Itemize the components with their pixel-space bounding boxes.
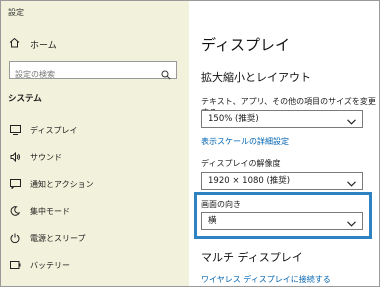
home-icon	[9, 37, 20, 51]
power-icon	[9, 232, 21, 244]
wireless-display-link[interactable]: ワイヤレス ディスプレイに接続する	[201, 274, 331, 285]
sidebar-item-display[interactable]: ディスプレイ	[9, 124, 77, 136]
page-title: ディスプレイ	[201, 36, 290, 54]
resolution-value: 1920 × 1080 (推奨)	[208, 176, 291, 186]
monitor-icon	[9, 124, 21, 136]
sidebar-item-label: サウンド	[30, 152, 62, 162]
chevron-down-icon	[347, 177, 356, 193]
app-title: 設定	[8, 8, 24, 17]
sidebar-item-notifications[interactable]: 通知とアクション	[9, 178, 94, 190]
sidebar-item-battery[interactable]: バッテリー	[9, 259, 70, 271]
advanced-scale-link[interactable]: 表示スケールの詳細設定	[201, 136, 289, 147]
home-nav-item[interactable]: ホーム	[9, 37, 57, 51]
multi-display-title: マルチ ディスプレイ	[201, 251, 303, 264]
main-content: ディスプレイ 拡大縮小とレイアウト テキスト、アプリ、その他の項目のサイズを変更…	[189, 1, 379, 286]
resolution-label: ディスプレイの解像度	[201, 159, 281, 168]
sidebar-item-label: ディスプレイ	[30, 125, 78, 135]
chevron-down-icon	[347, 115, 356, 131]
sidebar-item-label: バッテリー	[30, 260, 70, 270]
battery-icon	[9, 259, 21, 271]
speaker-icon	[9, 151, 21, 163]
search-icon[interactable]	[161, 65, 171, 84]
moon-icon	[9, 205, 21, 217]
section-label-system: システム	[8, 94, 42, 104]
sidebar-item-power[interactable]: 電源とスリープ	[9, 232, 86, 244]
sidebar-item-label: 通知とアクション	[30, 179, 94, 189]
settings-search[interactable]	[9, 61, 177, 83]
search-input[interactable]	[10, 66, 155, 83]
sidebar-item-label: 集中モード	[30, 206, 70, 216]
notification-icon	[9, 178, 21, 190]
scale-dropdown[interactable]: 150% (推奨)	[201, 110, 363, 128]
orientation-highlight-box	[194, 192, 372, 239]
sidebar: 設定 ホーム システム ディスプレイ サウンド	[1, 1, 189, 286]
settings-window: 設定 ホーム システム ディスプレイ サウンド	[0, 0, 380, 287]
scale-value: 150% (推奨)	[208, 114, 259, 124]
resolution-dropdown[interactable]: 1920 × 1080 (推奨)	[201, 172, 363, 190]
sidebar-item-label: 電源とスリープ	[30, 233, 86, 243]
scale-section-title: 拡大縮小とレイアウト	[201, 71, 311, 84]
sidebar-item-focus[interactable]: 集中モード	[9, 205, 70, 217]
sidebar-item-sound[interactable]: サウンド	[9, 151, 62, 163]
home-label: ホーム	[30, 40, 57, 51]
